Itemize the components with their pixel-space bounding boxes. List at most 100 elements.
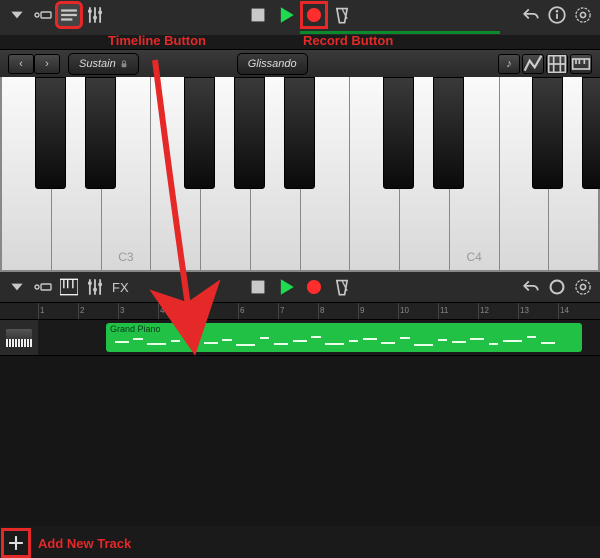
cycle-region-strip[interactable] xyxy=(0,30,600,35)
undo-icon[interactable] xyxy=(520,276,542,298)
black-key[interactable] xyxy=(85,77,116,189)
loop-icon[interactable] xyxy=(546,276,568,298)
chevron-down-icon[interactable] xyxy=(6,4,28,26)
ruler-tick xyxy=(198,303,199,319)
clip-name: Grand Piano xyxy=(110,324,161,334)
midi-clip[interactable]: Grand Piano xyxy=(106,323,582,352)
plus-icon xyxy=(8,535,24,551)
ruler-tick-label: 6 xyxy=(240,306,244,315)
ruler-tick xyxy=(158,303,159,319)
bottom-toolbar: FX xyxy=(0,272,600,302)
timeline-button[interactable] xyxy=(58,4,80,26)
ruler-tick-label: 13 xyxy=(520,306,529,315)
instrument-thumb-icon xyxy=(6,329,32,347)
play-button[interactable] xyxy=(275,4,297,26)
stop-button[interactable] xyxy=(247,4,269,26)
record-annotation: Record Button xyxy=(303,33,393,48)
transport-controls xyxy=(247,4,353,26)
ruler-tick xyxy=(78,303,79,319)
ruler-tick xyxy=(118,303,119,319)
settings-gear-icon[interactable] xyxy=(572,276,594,298)
timeline-ruler[interactable]: /* ticks drawn below via JS */ 123456789… xyxy=(0,302,600,320)
black-key[interactable] xyxy=(383,77,414,189)
clip-area[interactable]: Grand Piano xyxy=(38,320,600,355)
track-lane: Grand Piano xyxy=(0,320,600,356)
track-header[interactable] xyxy=(0,320,38,355)
ruler-tick xyxy=(478,303,479,319)
ruler-tick-label: 9 xyxy=(360,306,364,315)
keyboard-subtoolbar: ‹ › Sustain Glissando ♪ xyxy=(0,49,600,77)
ruler-tick xyxy=(278,303,279,319)
play-button[interactable] xyxy=(275,276,297,298)
ruler-tick xyxy=(358,303,359,319)
lock-icon xyxy=(120,60,128,68)
metronome-icon[interactable] xyxy=(331,276,353,298)
key-label-c4: C4 xyxy=(466,250,481,264)
octave-nav: ‹ › xyxy=(8,54,60,74)
top-toolbar xyxy=(0,0,600,30)
arpeggiator-button[interactable] xyxy=(546,54,568,74)
chevron-down-icon[interactable] xyxy=(6,276,28,298)
piano-keyboard[interactable]: C3 C4 xyxy=(0,77,600,272)
note-mode-button[interactable]: ♪ xyxy=(498,54,520,74)
octave-right-button[interactable]: › xyxy=(34,54,60,74)
info-icon[interactable] xyxy=(546,4,568,26)
mixer-icon[interactable] xyxy=(84,4,106,26)
sustain-label: Sustain xyxy=(79,58,116,70)
footer-bar: Add New Track xyxy=(0,528,600,558)
black-key[interactable] xyxy=(284,77,315,189)
ruler-tick-label: 10 xyxy=(400,306,409,315)
ruler-tick-label: 3 xyxy=(120,306,124,315)
key-label-c3: C3 xyxy=(118,250,133,264)
add-track-annotation: Add New Track xyxy=(38,536,131,551)
keyboard-view-panel: Timeline Button Record Button ‹ › Sustai… xyxy=(0,0,600,272)
ruler-tick-label: 2 xyxy=(80,306,84,315)
record-icon xyxy=(307,280,321,294)
undo-icon[interactable] xyxy=(520,4,542,26)
black-keys[interactable] xyxy=(2,77,598,189)
ruler-tick-label: 8 xyxy=(320,306,324,315)
settings-gear-icon[interactable] xyxy=(572,4,594,26)
ruler-tick xyxy=(558,303,559,319)
record-icon xyxy=(307,8,321,22)
instrument-view-icon[interactable] xyxy=(58,276,80,298)
ruler-tick-label: 1 xyxy=(40,306,44,315)
glissando-label: Glissando xyxy=(248,58,297,70)
ruler-tick-label: 4 xyxy=(160,306,164,315)
black-key[interactable] xyxy=(234,77,265,189)
record-button[interactable] xyxy=(303,276,325,298)
browser-icon[interactable] xyxy=(32,276,54,298)
black-key[interactable] xyxy=(184,77,215,189)
browser-icon[interactable] xyxy=(32,4,54,26)
keyboard-mode-group: ♪ xyxy=(498,54,592,74)
ruler-tick xyxy=(318,303,319,319)
transport-controls-2 xyxy=(247,276,353,298)
black-key[interactable] xyxy=(35,77,66,189)
ruler-tick-label: 14 xyxy=(560,306,569,315)
midi-notes-preview xyxy=(110,335,578,350)
sustain-toggle[interactable]: Sustain xyxy=(68,53,139,75)
keyboard-layout-button[interactable] xyxy=(570,54,592,74)
black-key[interactable] xyxy=(582,77,600,189)
ruler-tick-label: 5 xyxy=(200,306,204,315)
octave-left-button[interactable]: ‹ xyxy=(8,54,34,74)
black-key[interactable] xyxy=(532,77,563,189)
empty-tracks-area[interactable] xyxy=(0,356,600,526)
ruler-tick xyxy=(238,303,239,319)
ruler-tick-label: 11 xyxy=(440,306,448,315)
glissando-toggle[interactable]: Glissando xyxy=(237,53,308,75)
timeline-view-panel: FX /* ticks drawn below via JS */ 123456… xyxy=(0,272,600,558)
ruler-tick-label: 12 xyxy=(480,306,489,315)
ruler-tick xyxy=(398,303,399,319)
ruler-tick xyxy=(38,303,39,319)
add-track-button[interactable] xyxy=(4,531,28,555)
scale-mode-button[interactable] xyxy=(522,54,544,74)
record-button[interactable] xyxy=(303,4,325,26)
mixer-icon[interactable] xyxy=(84,276,106,298)
black-key[interactable] xyxy=(433,77,464,189)
stop-button[interactable] xyxy=(247,276,269,298)
ruler-tick xyxy=(518,303,519,319)
fx-button[interactable]: FX xyxy=(112,280,129,295)
timeline-annotation: Timeline Button xyxy=(108,33,206,48)
metronome-icon[interactable] xyxy=(331,4,353,26)
